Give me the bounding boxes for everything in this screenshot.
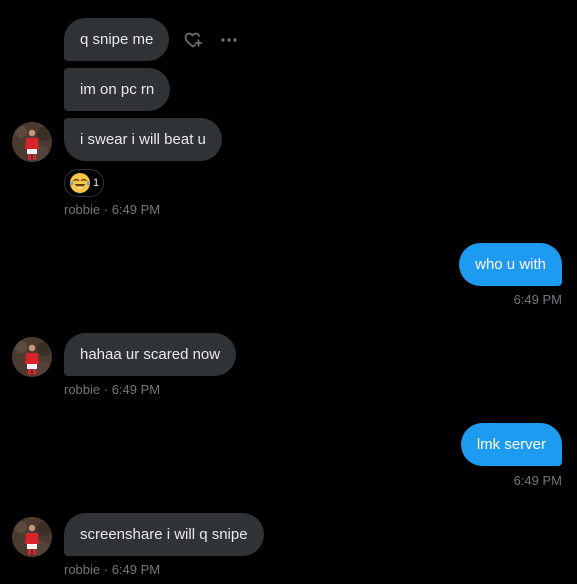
face-with-tears-of-joy-emoji <box>69 172 91 194</box>
message-bubble-incoming[interactable]: i swear i will beat u <box>64 118 222 161</box>
reaction-pill[interactable]: 1 <box>64 169 105 197</box>
avatar[interactable] <box>12 122 52 162</box>
message-meta: 6:49 PM <box>513 473 562 488</box>
message-meta: robbie · 6:49 PM <box>64 382 161 397</box>
message-bubble-incoming[interactable]: hahaa ur scared now <box>64 333 237 376</box>
message-meta: robbie · 6:49 PM <box>64 562 161 577</box>
message-bubble-incoming[interactable]: screenshare i will q snipe <box>64 513 264 556</box>
avatar[interactable] <box>12 337 52 377</box>
message-bubble-outgoing[interactable]: lmk server <box>460 423 562 466</box>
message-bubble-incoming[interactable]: im on pc rn <box>64 68 171 111</box>
reaction-count: 1 <box>93 177 100 189</box>
more-icon[interactable] <box>219 30 239 50</box>
message-meta: robbie · 6:49 PM <box>64 202 161 217</box>
avatar[interactable] <box>12 517 52 557</box>
message-bubble-incoming[interactable]: q snipe me <box>64 18 170 61</box>
heart-plus-icon[interactable] <box>183 30 203 50</box>
message-bubble-outgoing[interactable]: who u with <box>459 243 562 286</box>
message-meta: 6:49 PM <box>513 292 562 307</box>
